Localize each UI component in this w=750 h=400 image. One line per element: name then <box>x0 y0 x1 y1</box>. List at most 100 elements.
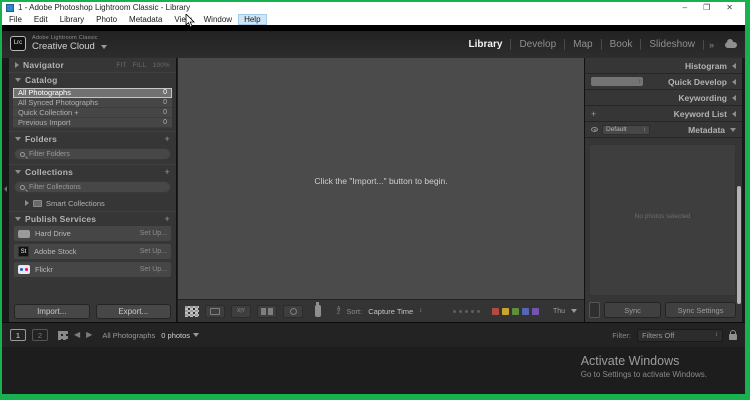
toolbar-options-caret-icon[interactable] <box>571 309 577 313</box>
publish-service-flickr[interactable]: Flickr Set Up... <box>14 262 171 277</box>
search-icon <box>20 151 25 157</box>
filter-dropdown[interactable]: Filters Off ↕ <box>637 328 723 342</box>
filmstrip-source-label[interactable]: All Photographs <box>102 331 155 340</box>
menu-window[interactable]: Window <box>198 14 238 25</box>
rating-stars[interactable] <box>452 309 480 313</box>
module-overflow-button[interactable]: » <box>702 39 719 50</box>
import-button[interactable]: Import... <box>14 304 90 319</box>
sort-label: Sort: <box>346 306 363 316</box>
thumbnail-size-control[interactable]: Thu <box>553 308 565 315</box>
catalog-header[interactable]: Catalog <box>9 73 176 87</box>
sync-button[interactable]: Sync <box>604 302 662 318</box>
maximize-button[interactable]: ❐ <box>703 2 710 14</box>
color-swatch-yellow[interactable] <box>501 307 509 315</box>
photo-count-dropdown[interactable]: 0 photos <box>161 331 200 340</box>
quick-develop-header[interactable]: ↕ Quick Develop <box>585 74 742 90</box>
search-icon <box>20 184 25 190</box>
module-develop[interactable]: Develop <box>510 39 564 50</box>
set-up-link[interactable]: Set Up... <box>140 230 167 237</box>
menu-help[interactable]: Help <box>238 14 267 25</box>
menu-edit[interactable]: Edit <box>28 14 54 25</box>
publish-services-header[interactable]: Publish Services + <box>9 212 176 226</box>
right-panel: Histogram ↕ Quick Develop Keywording + K… <box>584 58 742 322</box>
right-panel-collapse-strip[interactable] <box>742 58 745 322</box>
add-collection-button[interactable]: + <box>165 167 170 177</box>
import-export-row: Import... Export... <box>14 304 171 319</box>
grid-view-shortcut-icon[interactable] <box>58 330 68 340</box>
people-view-button[interactable] <box>283 304 303 318</box>
filter-collections-input[interactable]: Filter Collections <box>14 181 171 193</box>
color-swatch-blue[interactable] <box>521 307 529 315</box>
loupe-view-button[interactable] <box>205 304 225 318</box>
menu-photo[interactable]: Photo <box>90 14 123 25</box>
add-folder-button[interactable]: + <box>165 134 170 144</box>
color-swatch-green[interactable] <box>511 307 519 315</box>
catalog-item-quick-collection[interactable]: Quick Collection + 0 <box>13 108 172 118</box>
menu-library[interactable]: Library <box>54 14 90 25</box>
menu-metadata[interactable]: Metadata <box>123 14 168 25</box>
module-map[interactable]: Map <box>564 39 600 50</box>
catalog-item-all-photographs[interactable]: All Photographs 0 <box>13 88 172 98</box>
add-publish-service-button[interactable]: + <box>165 214 170 224</box>
saved-preset-dropdown[interactable]: ↕ <box>591 77 643 86</box>
sort-caret-icon[interactable]: ↕ <box>419 308 422 314</box>
cloud-sync-icon[interactable] <box>725 39 737 48</box>
module-book[interactable]: Book <box>600 39 641 50</box>
sort-criteria-dropdown[interactable]: Capture Time <box>368 307 413 316</box>
flickr-icon <box>18 265 30 274</box>
module-slideshow[interactable]: Slideshow <box>640 39 703 50</box>
grid-view-icon[interactable] <box>185 305 199 317</box>
export-button[interactable]: Export... <box>95 304 171 319</box>
metadata-switch-icon[interactable] <box>591 127 598 132</box>
collection-set-icon <box>33 199 42 207</box>
collapsed-triangle-icon <box>15 62 19 68</box>
keywording-header[interactable]: Keywording <box>585 90 742 106</box>
navigator-header[interactable]: Navigator FIT FILL 100% <box>9 58 176 72</box>
scrollbar[interactable] <box>737 186 741 304</box>
smart-collections-item[interactable]: Smart Collections <box>9 197 176 209</box>
zoom-fit[interactable]: FIT <box>116 62 126 69</box>
main-area: Navigator FIT FILL 100% Catalog All Phot… <box>2 58 745 322</box>
folders-header[interactable]: Folders + <box>9 132 176 146</box>
survey-icon <box>261 307 273 315</box>
zoom-100[interactable]: 100% <box>153 62 170 69</box>
sort-direction-icon[interactable]: A Z <box>337 306 340 316</box>
sync-settings-button[interactable]: Sync Settings <box>665 302 736 318</box>
catalog-item-previous-import[interactable]: Previous Import 0 <box>13 118 172 128</box>
zoom-fill[interactable]: FILL <box>133 62 147 69</box>
close-button[interactable]: ✕ <box>726 2 733 14</box>
hard-drive-icon <box>18 229 30 238</box>
collections-header[interactable]: Collections + <box>9 165 176 179</box>
module-library[interactable]: Library <box>461 39 511 50</box>
chevron-down-icon <box>100 44 107 49</box>
survey-view-button[interactable] <box>257 304 277 318</box>
painter-spray-icon[interactable] <box>315 302 321 317</box>
color-swatch-red[interactable] <box>491 307 499 315</box>
minimize-button[interactable]: – <box>683 2 687 14</box>
main-window-button[interactable]: 1 <box>10 329 26 341</box>
catalog-item-all-synced[interactable]: All Synced Photographs 0 <box>13 98 172 108</box>
left-panel-collapse-strip[interactable] <box>2 58 9 322</box>
metadata-preset-dropdown[interactable]: Default ↕ <box>602 124 650 135</box>
sync-toggle[interactable] <box>589 302 600 318</box>
set-up-link[interactable]: Set Up... <box>140 266 167 273</box>
workspace-switcher[interactable]: Creative Cloud <box>32 41 107 52</box>
set-up-link[interactable]: Set Up... <box>140 248 167 255</box>
toolbar: X|Y A Z Sort: Capture Time ↕ Thu <box>178 299 584 322</box>
watermark-title: Activate Windows <box>580 354 680 368</box>
publish-service-adobe-stock[interactable]: St Adobe Stock Set Up... <box>14 244 171 259</box>
go-forward-icon[interactable]: ▶ <box>86 329 92 341</box>
publish-service-hard-drive[interactable]: Hard Drive Set Up... <box>14 226 171 241</box>
histogram-header[interactable]: Histogram <box>585 58 742 74</box>
filter-lock-icon[interactable] <box>729 329 737 340</box>
filter-folders-input[interactable]: Filter Folders <box>14 148 171 160</box>
compare-view-button[interactable]: X|Y <box>231 304 251 318</box>
metadata-header[interactable]: Default ↕ Metadata <box>585 122 742 138</box>
keyword-list-header[interactable]: + Keyword List <box>585 106 742 122</box>
color-swatch-purple[interactable] <box>531 307 539 315</box>
go-back-icon[interactable]: ◀ <box>74 329 80 341</box>
second-window-button[interactable]: 2 <box>32 329 48 341</box>
menu-file[interactable]: File <box>3 14 28 25</box>
add-keyword-button[interactable]: + <box>591 109 596 119</box>
title-bar[interactable]: 1 - Adobe Photoshop Lightroom Classic - … <box>2 2 745 14</box>
